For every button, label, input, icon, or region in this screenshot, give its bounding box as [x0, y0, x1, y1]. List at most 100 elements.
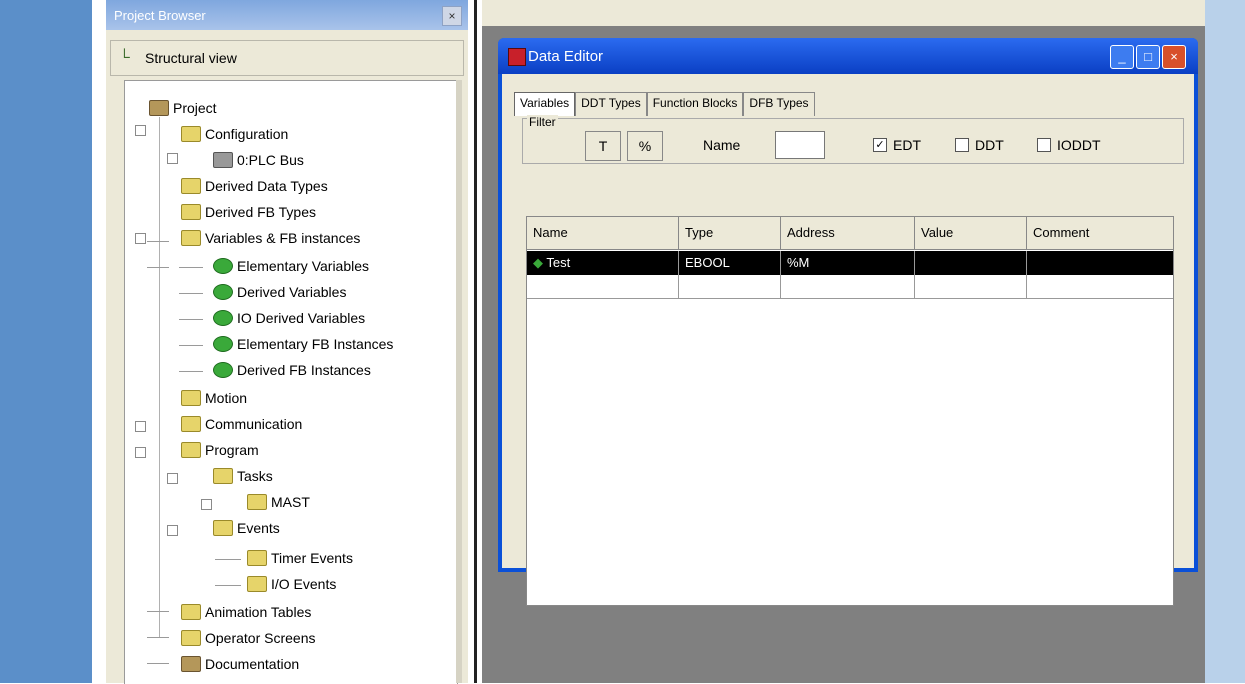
cell-value[interactable] [915, 275, 1027, 299]
tree-item-communication[interactable]: Communication [181, 411, 302, 437]
tree-item-program[interactable]: Program [181, 437, 259, 463]
left-gap [92, 0, 106, 683]
data-editor-title: Data Editor [528, 48, 604, 65]
tree-item-label: Derived FB Types [205, 204, 317, 220]
column-header-comment[interactable]: Comment [1027, 217, 1173, 249]
folder-icon [181, 178, 201, 194]
cell-name[interactable]: ◆ Test [527, 251, 679, 275]
expand-toggle[interactable] [201, 499, 212, 510]
tree-item-label: Animation Tables [205, 604, 312, 620]
minimize-icon[interactable]: _ [1110, 45, 1134, 69]
name-filter-input[interactable] [775, 131, 825, 159]
tree-item-derived-data-types[interactable]: Derived Data Types [181, 173, 328, 199]
tree-line [159, 117, 160, 637]
maximize-icon[interactable]: □ [1136, 45, 1160, 69]
folder-icon [181, 630, 201, 646]
workspace-top-strip [482, 0, 1205, 26]
tree-item-label: I/O Events [271, 576, 337, 592]
project-browser-titlebar[interactable]: Project Browser × [106, 0, 468, 30]
cell-name[interactable] [527, 275, 679, 299]
tree-item-timer-events[interactable]: Timer Events [247, 545, 353, 571]
ddt-checkbox-label: DDT [975, 137, 1004, 153]
tree-item-io-events[interactable]: I/O Events [247, 571, 336, 597]
tree-item-variables[interactable]: Variables & FB instances [181, 225, 360, 251]
close-icon[interactable]: × [1162, 45, 1186, 69]
tree-item-project[interactable]: Project [149, 95, 217, 121]
cell-address[interactable]: %M [781, 251, 915, 275]
tree-item-mast[interactable]: MAST [247, 489, 310, 515]
checkbox-unchecked-icon [1037, 138, 1051, 152]
table-row-new[interactable] [527, 275, 1173, 299]
tab-dfb-types[interactable]: DFB Types [743, 92, 815, 116]
expand-toggle[interactable] [135, 125, 146, 136]
structural-view-label: Structural view [145, 50, 237, 66]
cell-address[interactable] [781, 275, 915, 299]
name-filter-label: Name [703, 137, 741, 153]
folder-icon [213, 468, 233, 484]
tab-variables[interactable]: Variables [514, 92, 576, 116]
column-header-address[interactable]: Address [781, 217, 915, 249]
tree-item-label: Tasks [237, 468, 273, 484]
project-browser: Project Browser × └ Structural view Proj… [106, 0, 468, 684]
column-header-name[interactable]: Name [527, 217, 679, 249]
tree-item-derived-fb-instances[interactable]: Derived FB Instances [213, 357, 371, 383]
tree-line [179, 345, 203, 346]
tree-item-plc-bus[interactable]: 0:PLC Bus [213, 147, 304, 173]
expand-toggle[interactable] [167, 473, 178, 484]
variable-icon [213, 310, 233, 326]
tree-item-configuration[interactable]: Configuration [181, 121, 288, 147]
tree-line [147, 663, 169, 664]
tab-ddt-types[interactable]: DDT Types [575, 92, 647, 116]
variable-icon [213, 336, 233, 352]
tree-line [179, 293, 203, 294]
pane-splitter[interactable] [468, 0, 482, 683]
tree-line [147, 611, 169, 612]
tab-function-blocks[interactable]: Function Blocks [646, 92, 744, 116]
tree-item-tasks[interactable]: Tasks [213, 463, 273, 489]
refresh-filter-icon[interactable]: % [627, 131, 663, 161]
tree-item-derived-fb-types[interactable]: Derived FB Types [181, 199, 316, 225]
tree-line [147, 637, 169, 638]
filter-funnel-icon[interactable]: T [585, 131, 621, 161]
folder-icon [181, 604, 201, 620]
right-edge-panel [1205, 0, 1245, 683]
close-icon[interactable]: × [442, 6, 462, 26]
cell-type[interactable] [679, 275, 781, 299]
expand-toggle[interactable] [167, 525, 178, 536]
cell-comment[interactable] [1027, 275, 1173, 299]
tree-item-motion[interactable]: Motion [181, 385, 247, 411]
edt-checkbox[interactable]: ✓ EDT [873, 137, 921, 153]
tree-item-label: Events [237, 520, 280, 536]
column-header-type[interactable]: Type [679, 217, 781, 249]
cell-type[interactable]: EBOOL [679, 251, 781, 275]
project-browser-title: Project Browser [114, 8, 206, 23]
data-editor-titlebar[interactable]: Data Editor _ □ × [498, 38, 1198, 74]
mdi-workspace: Data Editor _ □ × Variables DDT Types Fu… [482, 0, 1205, 683]
tree-item-elementary-fb-instances[interactable]: Elementary FB Instances [213, 331, 393, 357]
structural-view-header[interactable]: └ Structural view [110, 40, 464, 76]
tree-item-events[interactable]: Events [213, 515, 280, 541]
cell-comment[interactable] [1027, 251, 1173, 275]
tree-item-documentation[interactable]: Documentation [181, 651, 299, 677]
tree-item-operator-screens[interactable]: Operator Screens [181, 625, 316, 651]
tree-item-derived-variables[interactable]: Derived Variables [213, 279, 346, 305]
ioddt-checkbox[interactable]: IODDT [1037, 137, 1101, 153]
expand-toggle[interactable] [135, 233, 146, 244]
tree-item-io-derived-variables[interactable]: IO Derived Variables [213, 305, 365, 331]
expand-toggle[interactable] [135, 447, 146, 458]
table-row[interactable]: ◆ Test EBOOL %M [527, 251, 1173, 275]
tree-item-elementary-variables[interactable]: Elementary Variables [213, 253, 369, 279]
expand-toggle[interactable] [135, 421, 146, 432]
expand-toggle[interactable] [167, 153, 178, 164]
tree-line [215, 585, 241, 586]
ddt-checkbox[interactable]: DDT [955, 137, 1004, 153]
folder-icon [181, 204, 201, 220]
tree-item-label: IO Derived Variables [237, 310, 366, 326]
tree-item-animation-tables[interactable]: Animation Tables [181, 599, 311, 625]
column-header-value[interactable]: Value [915, 217, 1027, 249]
cell-value[interactable] [915, 251, 1027, 275]
tree-scrollbar[interactable] [456, 80, 462, 683]
tree-item-label: Derived Variables [237, 284, 347, 300]
tree-item-label: Variables & FB instances [205, 230, 361, 246]
tree-item-label: Program [205, 442, 259, 458]
